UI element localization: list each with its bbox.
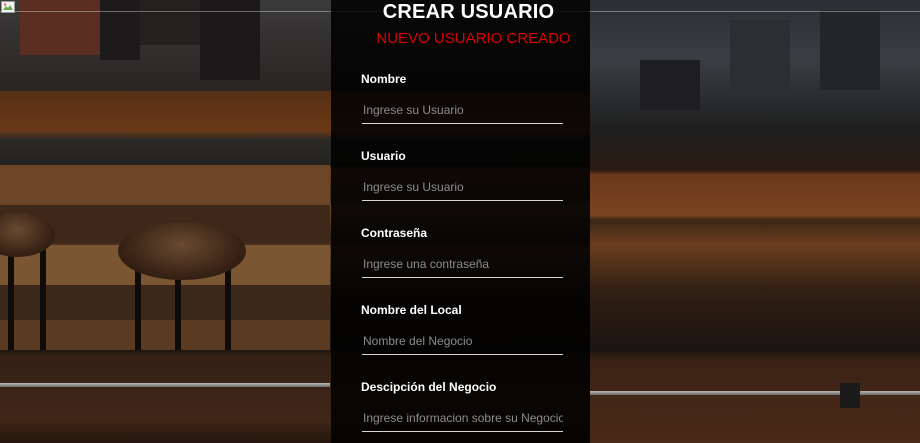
usuario-input[interactable] xyxy=(362,174,563,201)
nombre-input[interactable] xyxy=(362,97,563,124)
nombre-local-label: Nombre del Local xyxy=(361,303,462,317)
contrasena-input[interactable] xyxy=(362,251,563,278)
broken-image-icon xyxy=(1,1,15,13)
form-panel xyxy=(331,0,590,443)
nombre-label: Nombre xyxy=(361,72,407,86)
descripcion-input[interactable] xyxy=(362,405,563,432)
nombre-local-input[interactable] xyxy=(362,328,563,355)
descripcion-label: Descipción del Negocio xyxy=(361,380,497,394)
usuario-label: Usuario xyxy=(361,149,406,163)
page-title: CREAR USUARIO xyxy=(382,1,555,23)
contrasena-label: Contraseña xyxy=(361,226,428,240)
status-message: NUEVO USUARIO CREADO xyxy=(376,30,571,47)
